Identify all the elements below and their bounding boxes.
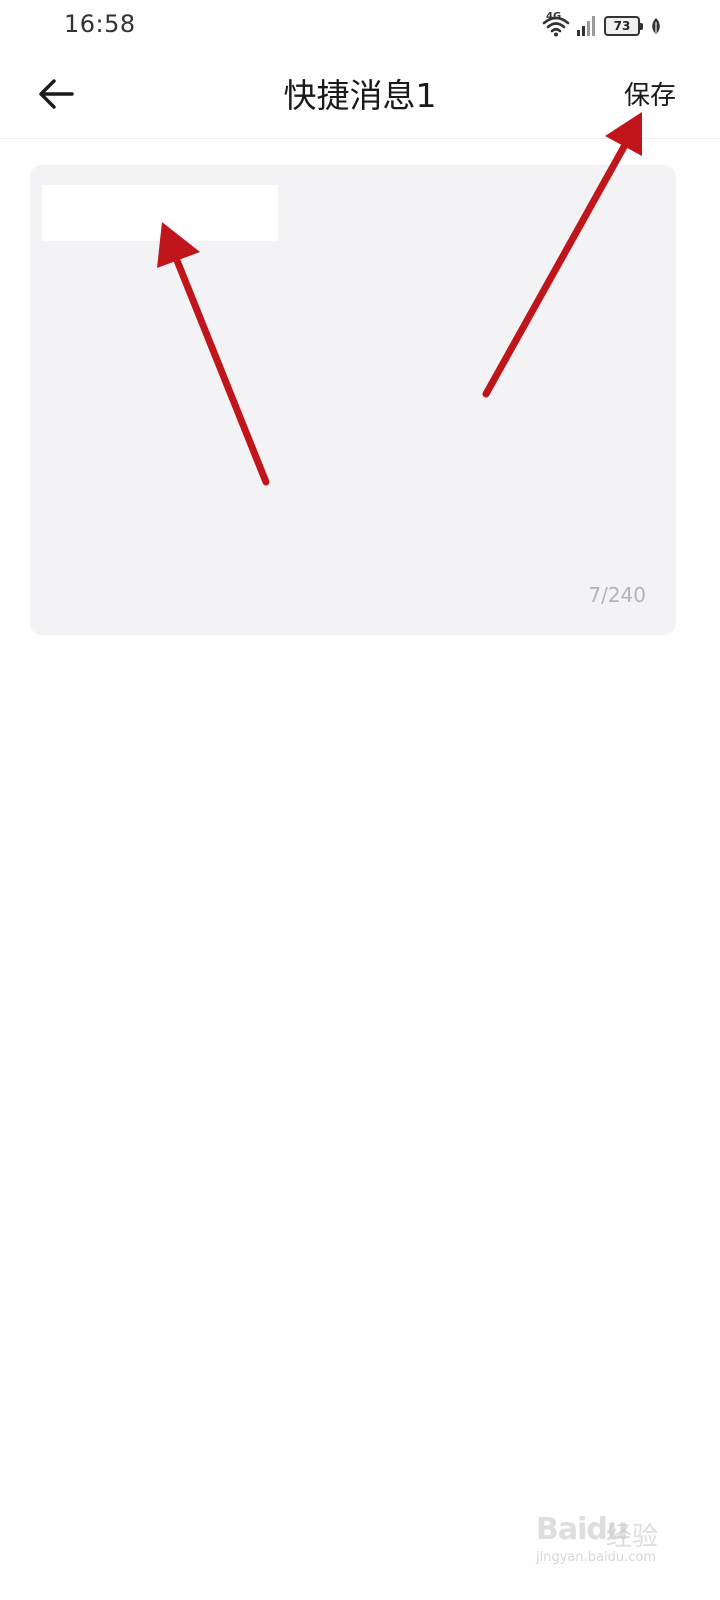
leaf-icon [650, 17, 662, 35]
battery-icon: 73 [604, 16, 643, 36]
wifi-icon [542, 15, 570, 37]
status-bar: 16:58 4G 73 [0, 0, 720, 54]
watermark-sub: 经验 [606, 1522, 659, 1552]
page-title: 快捷消息1 [283, 76, 437, 115]
signal-icon [576, 15, 598, 37]
watermark: Baidu 经验 jingyan.baidu.com [536, 1510, 676, 1570]
top-app-bar: 快捷消息1 保存 [0, 54, 720, 139]
character-count: 7/240 [588, 583, 646, 607]
message-text-redacted[interactable] [42, 185, 278, 241]
status-icons: 73 [542, 12, 662, 40]
save-button[interactable]: 保存 [624, 76, 676, 116]
status-time: 16:58 [64, 10, 136, 38]
quick-message-editor[interactable]: 7/240 [30, 165, 676, 635]
battery-level: 73 [613, 19, 631, 33]
watermark-url: jingyan.baidu.com [536, 1550, 656, 1565]
